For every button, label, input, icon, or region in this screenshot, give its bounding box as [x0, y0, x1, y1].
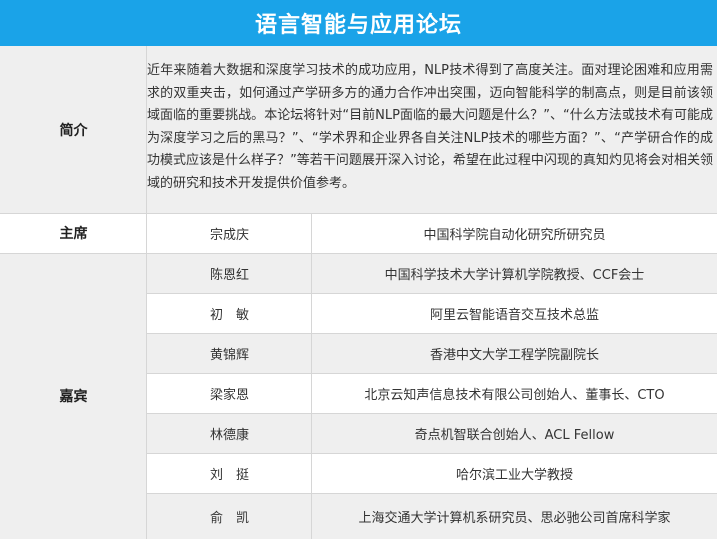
chair-name-cell: 宗成庆: [147, 213, 312, 253]
intro-label-cell: 简介: [0, 46, 147, 213]
guest-title-cell: 上海交通大学计算机系研究员、思必驰公司首席科学家: [312, 493, 717, 539]
guests-label: 嘉宾: [59, 389, 88, 405]
guest-name: 黄锦辉: [209, 347, 249, 363]
chair-title-cell: 中国科学院自动化研究所研究员: [312, 213, 717, 253]
row-divider: [147, 333, 717, 334]
intro-label: 简介: [59, 122, 88, 139]
column-divider: [311, 213, 312, 539]
guest-title: 奇点机智联合创始人、ACL Fellow: [414, 427, 615, 443]
guest-title: 香港中文大学工程学院副院长: [429, 347, 599, 363]
guest-name-cell: 初 敏: [147, 293, 312, 333]
row-divider: [0, 213, 717, 214]
row-divider: [147, 453, 717, 454]
row-divider: [147, 493, 717, 494]
guest-title-cell: 哈尔滨工业大学教授: [312, 453, 717, 493]
guest-title: 中国科学技术大学计算机学院教授、CCF会士: [384, 267, 645, 283]
chair-label: 主席: [59, 226, 88, 242]
forum-title: 语言智能与应用论坛: [0, 0, 717, 46]
chair-title: 中国科学院自动化研究所研究员: [423, 227, 606, 243]
guest-name: 初 敏: [209, 307, 249, 323]
guest-name-cell: 陈恩红: [147, 253, 312, 293]
row-divider: [0, 253, 717, 254]
guest-name: 俞 凯: [209, 510, 249, 526]
guest-name-cell: 黄锦辉: [147, 333, 312, 373]
guest-name-cell: 俞 凯: [147, 493, 312, 539]
row-divider: [147, 293, 717, 294]
guest-name-cell: 林德康: [147, 413, 312, 453]
guest-title-cell: 香港中文大学工程学院副院长: [312, 333, 717, 373]
guest-title-cell: 奇点机智联合创始人、ACL Fellow: [312, 413, 717, 453]
row-divider: [147, 413, 717, 414]
guest-title-cell: 北京云知声信息技术有限公司创始人、董事长、CTO: [312, 373, 717, 413]
guest-name-cell: 梁家恩: [147, 373, 312, 413]
guest-title: 阿里云智能语音交互技术总监: [429, 307, 599, 323]
guest-title: 上海交通大学计算机系研究员、思必驰公司首席科学家: [358, 510, 671, 526]
guests-label-cell: 嘉宾: [0, 253, 147, 539]
chair-name: 宗成庆: [209, 227, 249, 243]
chair-label-cell: 主席: [0, 213, 147, 253]
guest-name: 刘 挺: [209, 467, 249, 483]
row-divider: [147, 373, 717, 374]
guest-name: 林德康: [209, 427, 249, 443]
guest-title: 北京云知声信息技术有限公司创始人、董事长、CTO: [364, 387, 665, 403]
guest-title-cell: 中国科学技术大学计算机学院教授、CCF会士: [312, 253, 717, 293]
guest-name-cell: 刘 挺: [147, 453, 312, 493]
guest-name: 陈恩红: [209, 267, 249, 283]
guest-title: 哈尔滨工业大学教授: [455, 467, 573, 483]
guest-title-cell: 阿里云智能语音交互技术总监: [312, 293, 717, 333]
guest-name: 梁家恩: [209, 387, 249, 403]
intro-text: 近年来随着大数据和深度学习技术的成功应用，NLP技术得到了高度关注。面对理论困难…: [147, 63, 713, 191]
